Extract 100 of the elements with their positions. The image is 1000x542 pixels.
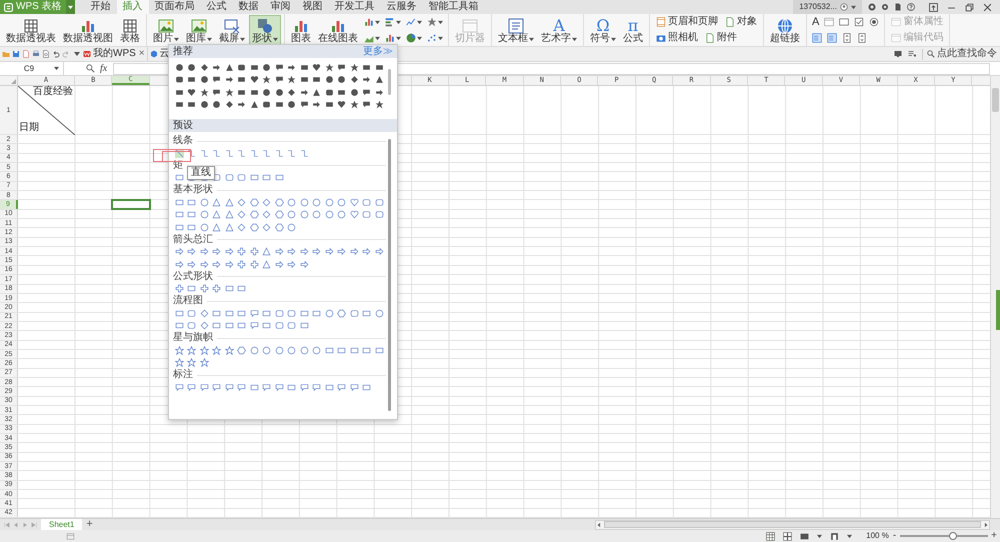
circle-icon[interactable] (274, 346, 284, 355)
ribbon-button[interactable]: π 公式 (620, 15, 646, 45)
triangle-icon[interactable] (312, 88, 322, 97)
hexagon-icon[interactable] (237, 346, 246, 355)
circle-icon[interactable] (337, 75, 346, 84)
ribbon-button[interactable]: 形状 (249, 15, 281, 45)
preview-icon[interactable] (42, 50, 50, 58)
circle-icon[interactable] (200, 222, 209, 232)
menu-tab[interactable]: 开发工具 (328, 0, 381, 14)
star-icon[interactable] (200, 88, 209, 97)
rounded-rectangle-icon[interactable] (262, 100, 272, 110)
side-handle[interactable] (996, 290, 1000, 330)
zoom-icon[interactable] (86, 64, 95, 73)
star-icon[interactable] (374, 100, 384, 110)
plus-icon[interactable] (237, 247, 246, 256)
rounded-rectangle-icon[interactable] (174, 75, 184, 84)
menu-tab[interactable]: 插入 (116, 0, 149, 14)
rectangle-icon[interactable] (174, 321, 184, 330)
ribbon-button[interactable]: 超链接 (767, 15, 803, 45)
ribbon-button[interactable]: Ω 符号 (587, 15, 619, 45)
ribbon-button[interactable]: 表格 (117, 15, 143, 45)
ribbon-button[interactable]: 图片 (150, 15, 182, 45)
circle-icon[interactable] (212, 100, 222, 110)
circle-icon[interactable] (300, 346, 309, 355)
plus-icon[interactable] (174, 284, 184, 294)
arrow-icon[interactable] (287, 62, 296, 72)
icon-button[interactable] (404, 31, 424, 45)
command-search[interactable]: 点此查找命令 (922, 48, 1000, 60)
circle-icon[interactable] (262, 346, 272, 355)
ribbon-button[interactable]: 页眉和页脚 (653, 15, 721, 29)
ribbon-button[interactable]: 在线图表 (315, 15, 361, 45)
circle-icon[interactable] (200, 210, 209, 220)
ribbon-button[interactable]: 截屏 (216, 15, 248, 45)
rectangle-icon[interactable] (362, 308, 372, 318)
ribbon-button[interactable]: 文本框 (495, 15, 537, 45)
ribbon-button[interactable]: 附件 (702, 31, 740, 45)
undo-icon[interactable] (52, 50, 60, 58)
zoom-out-button[interactable]: - (888, 531, 900, 541)
scrollbar-thumb[interactable] (604, 521, 981, 528)
star-icon[interactable] (200, 358, 209, 368)
circle-icon[interactable] (287, 210, 296, 220)
callout-icon[interactable] (300, 100, 309, 110)
cell-selection[interactable] (111, 199, 151, 210)
scrollbar-thumb[interactable] (992, 88, 999, 112)
rounded-rectangle-icon[interactable] (324, 88, 334, 97)
circle-icon[interactable] (312, 198, 322, 207)
printer-icon[interactable] (32, 50, 40, 58)
circle-icon[interactable] (287, 346, 296, 355)
circle-icon[interactable] (274, 88, 284, 97)
menu-tab[interactable]: 云服务 (380, 0, 423, 14)
add-sheet-button[interactable]: + (82, 519, 97, 530)
star-icon[interactable] (224, 346, 234, 355)
rectangle-icon[interactable] (324, 382, 334, 392)
rectangle-icon[interactable] (174, 173, 184, 182)
menu-tab[interactable]: 审阅 (264, 0, 297, 14)
menu-tab[interactable]: 开始 (84, 0, 117, 14)
circle-icon[interactable] (200, 75, 209, 84)
circle-icon[interactable] (250, 346, 259, 355)
callout-icon[interactable] (337, 62, 346, 72)
chat-icon[interactable] (894, 50, 902, 58)
plus-icon[interactable] (200, 284, 209, 294)
ribbon-button[interactable]: A 艺术字 (538, 15, 580, 45)
star-icon[interactable] (187, 346, 196, 355)
rectangle-icon[interactable] (362, 382, 372, 392)
star-icon[interactable] (187, 358, 196, 368)
heart-icon[interactable] (250, 75, 259, 84)
star-icon[interactable] (287, 75, 296, 84)
page-break-view-icon[interactable] (783, 532, 792, 540)
slider-thumb[interactable] (948, 532, 957, 540)
plus-icon[interactable] (250, 260, 259, 269)
rectangle-icon[interactable] (250, 382, 259, 392)
name-box[interactable]: C9 (0, 62, 64, 75)
select-all-icon[interactable] (11, 79, 16, 84)
arrow-icon[interactable] (237, 100, 246, 110)
icon-button[interactable] (825, 31, 839, 45)
menu-tab[interactable]: 智能工具箱 (422, 0, 485, 14)
arrow-icon[interactable] (174, 247, 184, 256)
circle-icon[interactable] (200, 100, 209, 110)
star-icon[interactable] (212, 346, 222, 355)
circle-icon[interactable] (174, 62, 184, 72)
menu-tab[interactable]: 页面布局 (148, 0, 201, 14)
scrollbar-thumb[interactable] (388, 69, 391, 95)
circle-icon[interactable] (324, 198, 334, 207)
circle-icon[interactable] (287, 198, 296, 207)
star-icon[interactable] (324, 62, 334, 72)
rectangle-icon[interactable] (187, 284, 196, 294)
circle-icon[interactable] (374, 308, 384, 318)
macro-icon[interactable] (66, 532, 75, 540)
vertical-scrollbar[interactable] (990, 76, 1000, 518)
function-button[interactable]: fx (100, 64, 108, 74)
rectangle-icon[interactable] (174, 308, 184, 318)
caret-icon[interactable] (74, 51, 80, 57)
list-icon[interactable] (908, 50, 916, 58)
plus-icon[interactable] (237, 260, 246, 269)
document-icon[interactable] (22, 50, 30, 58)
eye-protection-icon[interactable] (830, 532, 840, 540)
circle-icon[interactable] (337, 210, 346, 220)
restore-icon[interactable] (965, 2, 974, 12)
star-icon[interactable] (224, 88, 234, 97)
circle-icon[interactable] (324, 308, 334, 318)
